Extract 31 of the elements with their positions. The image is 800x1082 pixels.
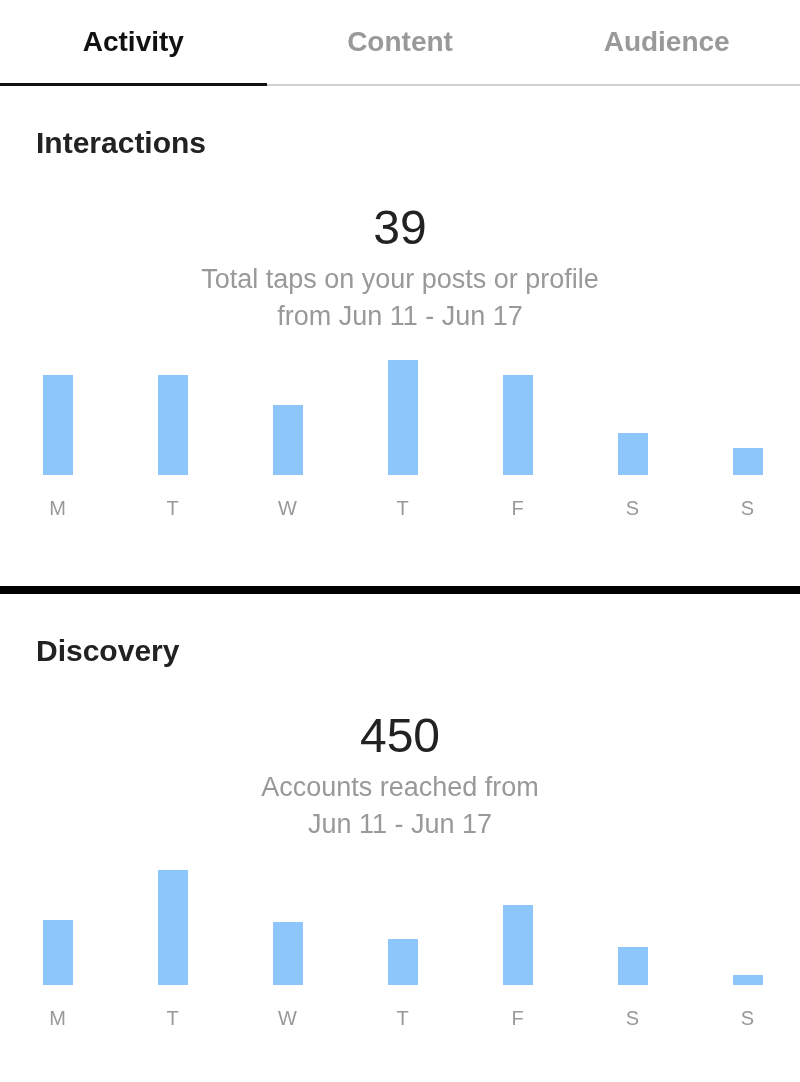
- stat-value: 39: [373, 200, 427, 255]
- section-title: Discovery: [35, 634, 181, 668]
- day-label: T: [396, 1007, 409, 1030]
- bar: [617, 433, 648, 475]
- bar: [272, 922, 303, 985]
- day-label: M: [49, 497, 66, 520]
- bar: [617, 947, 648, 985]
- day-label: T: [396, 497, 409, 520]
- day-label: S: [740, 497, 755, 520]
- day-label: W: [278, 497, 297, 520]
- tab[interactable]: Activity: [0, 0, 267, 86]
- stat-value: 450: [359, 708, 441, 763]
- day-label: F: [511, 497, 524, 520]
- bar: [42, 920, 73, 985]
- section-title: Interactions: [35, 126, 208, 160]
- day-label: S: [625, 1007, 640, 1030]
- day-label: S: [740, 1007, 755, 1030]
- bar: [732, 448, 763, 475]
- stat-caption: Total taps on your posts or profile from Jun 11 - Jun 17: [201, 263, 599, 333]
- day-label: F: [511, 1007, 524, 1030]
- day-label: T: [166, 497, 179, 520]
- bar: [732, 975, 763, 985]
- day-label: S: [625, 497, 640, 520]
- tab[interactable]: Content: [266, 0, 534, 86]
- bar: [272, 405, 303, 475]
- day-label: M: [49, 1007, 66, 1030]
- stat-caption: Accounts reached from Jun 11 - Jun 17: [261, 771, 539, 841]
- bar: [387, 939, 418, 985]
- tab[interactable]: Audience: [533, 0, 800, 86]
- day-label: W: [278, 1007, 297, 1030]
- day-label: T: [166, 1007, 179, 1030]
